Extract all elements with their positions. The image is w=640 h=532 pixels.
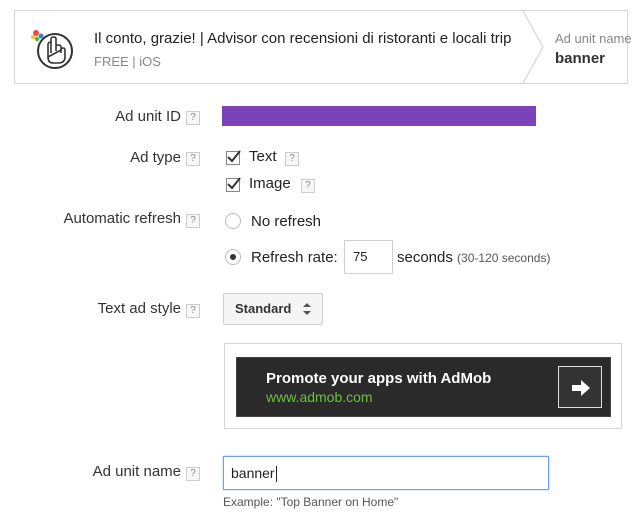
text-ad-style-help-icon[interactable]: ? [186,304,200,318]
ad-unit-name-example: Example: "Top Banner on Home" [223,495,399,509]
automatic-refresh-label: Automatic refresh [63,210,181,227]
ad-unit-id-help-icon[interactable]: ? [186,111,200,125]
breadcrumb-ad-unit-label: Ad unit name [555,31,632,46]
breadcrumb-ad-unit-value: banner [555,50,606,67]
refresh-rate-input[interactable]: 75 [344,240,393,274]
text-ad-style-select[interactable]: Standard [223,293,323,325]
breadcrumb-ad-unit: Ad unit name banner [555,31,632,67]
ad-type-help-icon[interactable]: ? [186,152,200,166]
app-header: Il conto, grazie! | Advisor con recensio… [14,10,632,84]
app-platform: FREE | iOS [94,54,161,69]
refresh-seconds-label: seconds (30-120 seconds) [397,249,550,266]
no-refresh-radio[interactable] [225,213,241,229]
ad-type-image-help-icon[interactable]: ? [301,179,315,193]
ad-unit-id-value [222,106,536,126]
ad-type-text-checkbox[interactable] [226,150,241,165]
no-refresh-label: No refresh [251,213,322,230]
ad-unit-name-help-icon[interactable]: ? [186,467,200,481]
ad-type-image-checkbox[interactable] [226,177,241,192]
ad-type-text-help-icon[interactable]: ? [285,152,299,166]
text-ad-style-label: Text ad style [97,300,181,317]
ad-type-text-label: Text [249,148,277,165]
refresh-rate-label: Refresh rate: [251,249,338,266]
ad-preview-headline: Promote your apps with AdMob [266,370,492,387]
arrow-right-icon [572,380,590,396]
app-icon [29,27,81,71]
ad-preview-arrow-button [558,366,602,408]
ad-preview-banner: Promote your apps with AdMob www.admob.c… [236,357,611,417]
seconds-text: seconds [397,249,453,266]
app-title: Il conto, grazie! | Advisor con recensio… [94,30,512,47]
ad-type-image-label: Image [249,175,291,192]
ad-unit-name-label: Ad unit name [92,463,181,480]
ad-preview: Promote your apps with AdMob www.admob.c… [224,343,622,429]
refresh-rate-radio[interactable] [225,249,241,265]
select-arrows-icon [303,303,311,315]
ad-unit-name-value: banner [231,465,275,481]
text-ad-style-value: Standard [235,301,292,316]
breadcrumb-chevron-icon [522,11,544,83]
ad-preview-url: www.admob.com [266,389,373,405]
ad-unit-name-input[interactable]: banner [223,456,549,490]
ad-type-label: Ad type [130,149,181,166]
text-caret [275,466,277,483]
seconds-range-note: (30-120 seconds) [457,251,551,265]
ad-unit-id-label: Ad unit ID [115,108,181,125]
automatic-refresh-help-icon[interactable]: ? [186,214,200,228]
